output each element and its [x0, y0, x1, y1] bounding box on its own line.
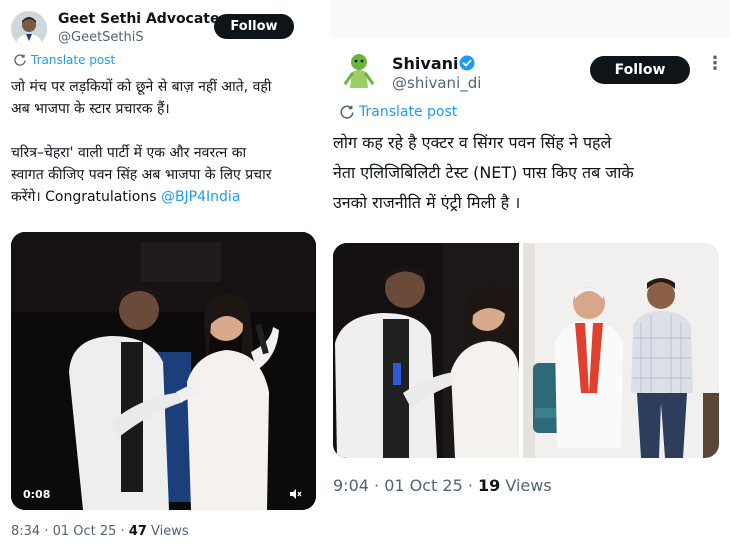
translate-post-link[interactable]: Translate post [14, 53, 115, 67]
tweet-text: लोग कह रहे है एक्टर व सिंगर पवन सिंह ने … [333, 128, 728, 218]
volume-mute-icon[interactable] [288, 487, 302, 501]
follow-button[interactable]: Follow [214, 14, 294, 39]
avatar[interactable] [339, 50, 379, 90]
more-options-icon[interactable]: ⋮ [706, 55, 724, 73]
translate-post-label: Translate post [31, 53, 116, 67]
tweet-text-line: नेता एलिजिबिलिटी टेस्ट (NET) पास किए तब … [333, 163, 634, 182]
image-meeting-photo[interactable] [523, 243, 719, 458]
tweet-text-line: स्वागत कीजिए पवन सिंह अब भाजपा के लिए प्… [11, 167, 272, 183]
tweet-time[interactable]: 8:34 · 01 Oct 25 · [11, 524, 129, 539]
translate-post-link[interactable]: Translate post [340, 104, 457, 120]
author-name[interactable]: Geet Sethi Advocate [58, 11, 220, 27]
tweet-meta: 8:34 · 01 Oct 25 · 47 Views [11, 524, 189, 539]
top-spacer [330, 0, 730, 38]
video-frame [11, 232, 316, 510]
views-label: Views [146, 524, 189, 539]
avatar[interactable] [11, 11, 47, 47]
tweet-text-line: लोग कह रहे है एक्टर व सिंगर पवन सिंह ने … [333, 133, 612, 152]
translate-icon [340, 105, 354, 119]
follow-button[interactable]: Follow [590, 56, 690, 84]
left-tweet: Geet Sethi Advocate @GeetSethiS Follow T… [0, 0, 324, 548]
photo-content [333, 243, 519, 458]
video-timestamp: 0:08 [23, 488, 51, 501]
author-name[interactable]: Shivani [392, 54, 459, 73]
author-handle[interactable]: @shivani_di [392, 74, 481, 92]
tweet-time[interactable]: 9:04 · 01 Oct 25 · [333, 476, 478, 495]
tweet-text-line: करेंगे। Congratulations [11, 189, 161, 205]
tweet-text: जो मंच पर लड़कियों को छूने से बाज़ नहीं … [11, 76, 321, 208]
tweet-text-line: चरित्र–चेहरा' वाली पार्टी में एक और नवरत… [11, 145, 247, 161]
translate-post-label: Translate post [359, 104, 458, 120]
views-count: 47 [128, 524, 147, 539]
photo-content [523, 243, 719, 458]
verified-badge-icon [459, 55, 475, 71]
video-player[interactable]: 0:08 [11, 232, 316, 510]
tweet-text-line: अब भाजपा के स्टार प्रचारक हैं। [11, 101, 170, 117]
views-label: Views [500, 476, 552, 495]
views-count: 19 [478, 476, 501, 495]
right-tweet: Shivani @shivani_di Follow ⋮ Translate p… [324, 0, 730, 548]
translate-icon [14, 54, 26, 66]
tweet-meta: 9:04 · 01 Oct 25 · 19 Views [333, 476, 552, 495]
mention-link[interactable]: @BJP4India [161, 189, 240, 205]
author-handle[interactable]: @GeetSethiS [58, 30, 144, 45]
tweet-text-line: उनको राजनीति में एंट्री मिली है । [333, 193, 521, 212]
tweet-text-line: जो मंच पर लड़कियों को छूने से बाज़ नहीं … [11, 79, 272, 95]
image-stage-photo[interactable] [333, 243, 519, 458]
